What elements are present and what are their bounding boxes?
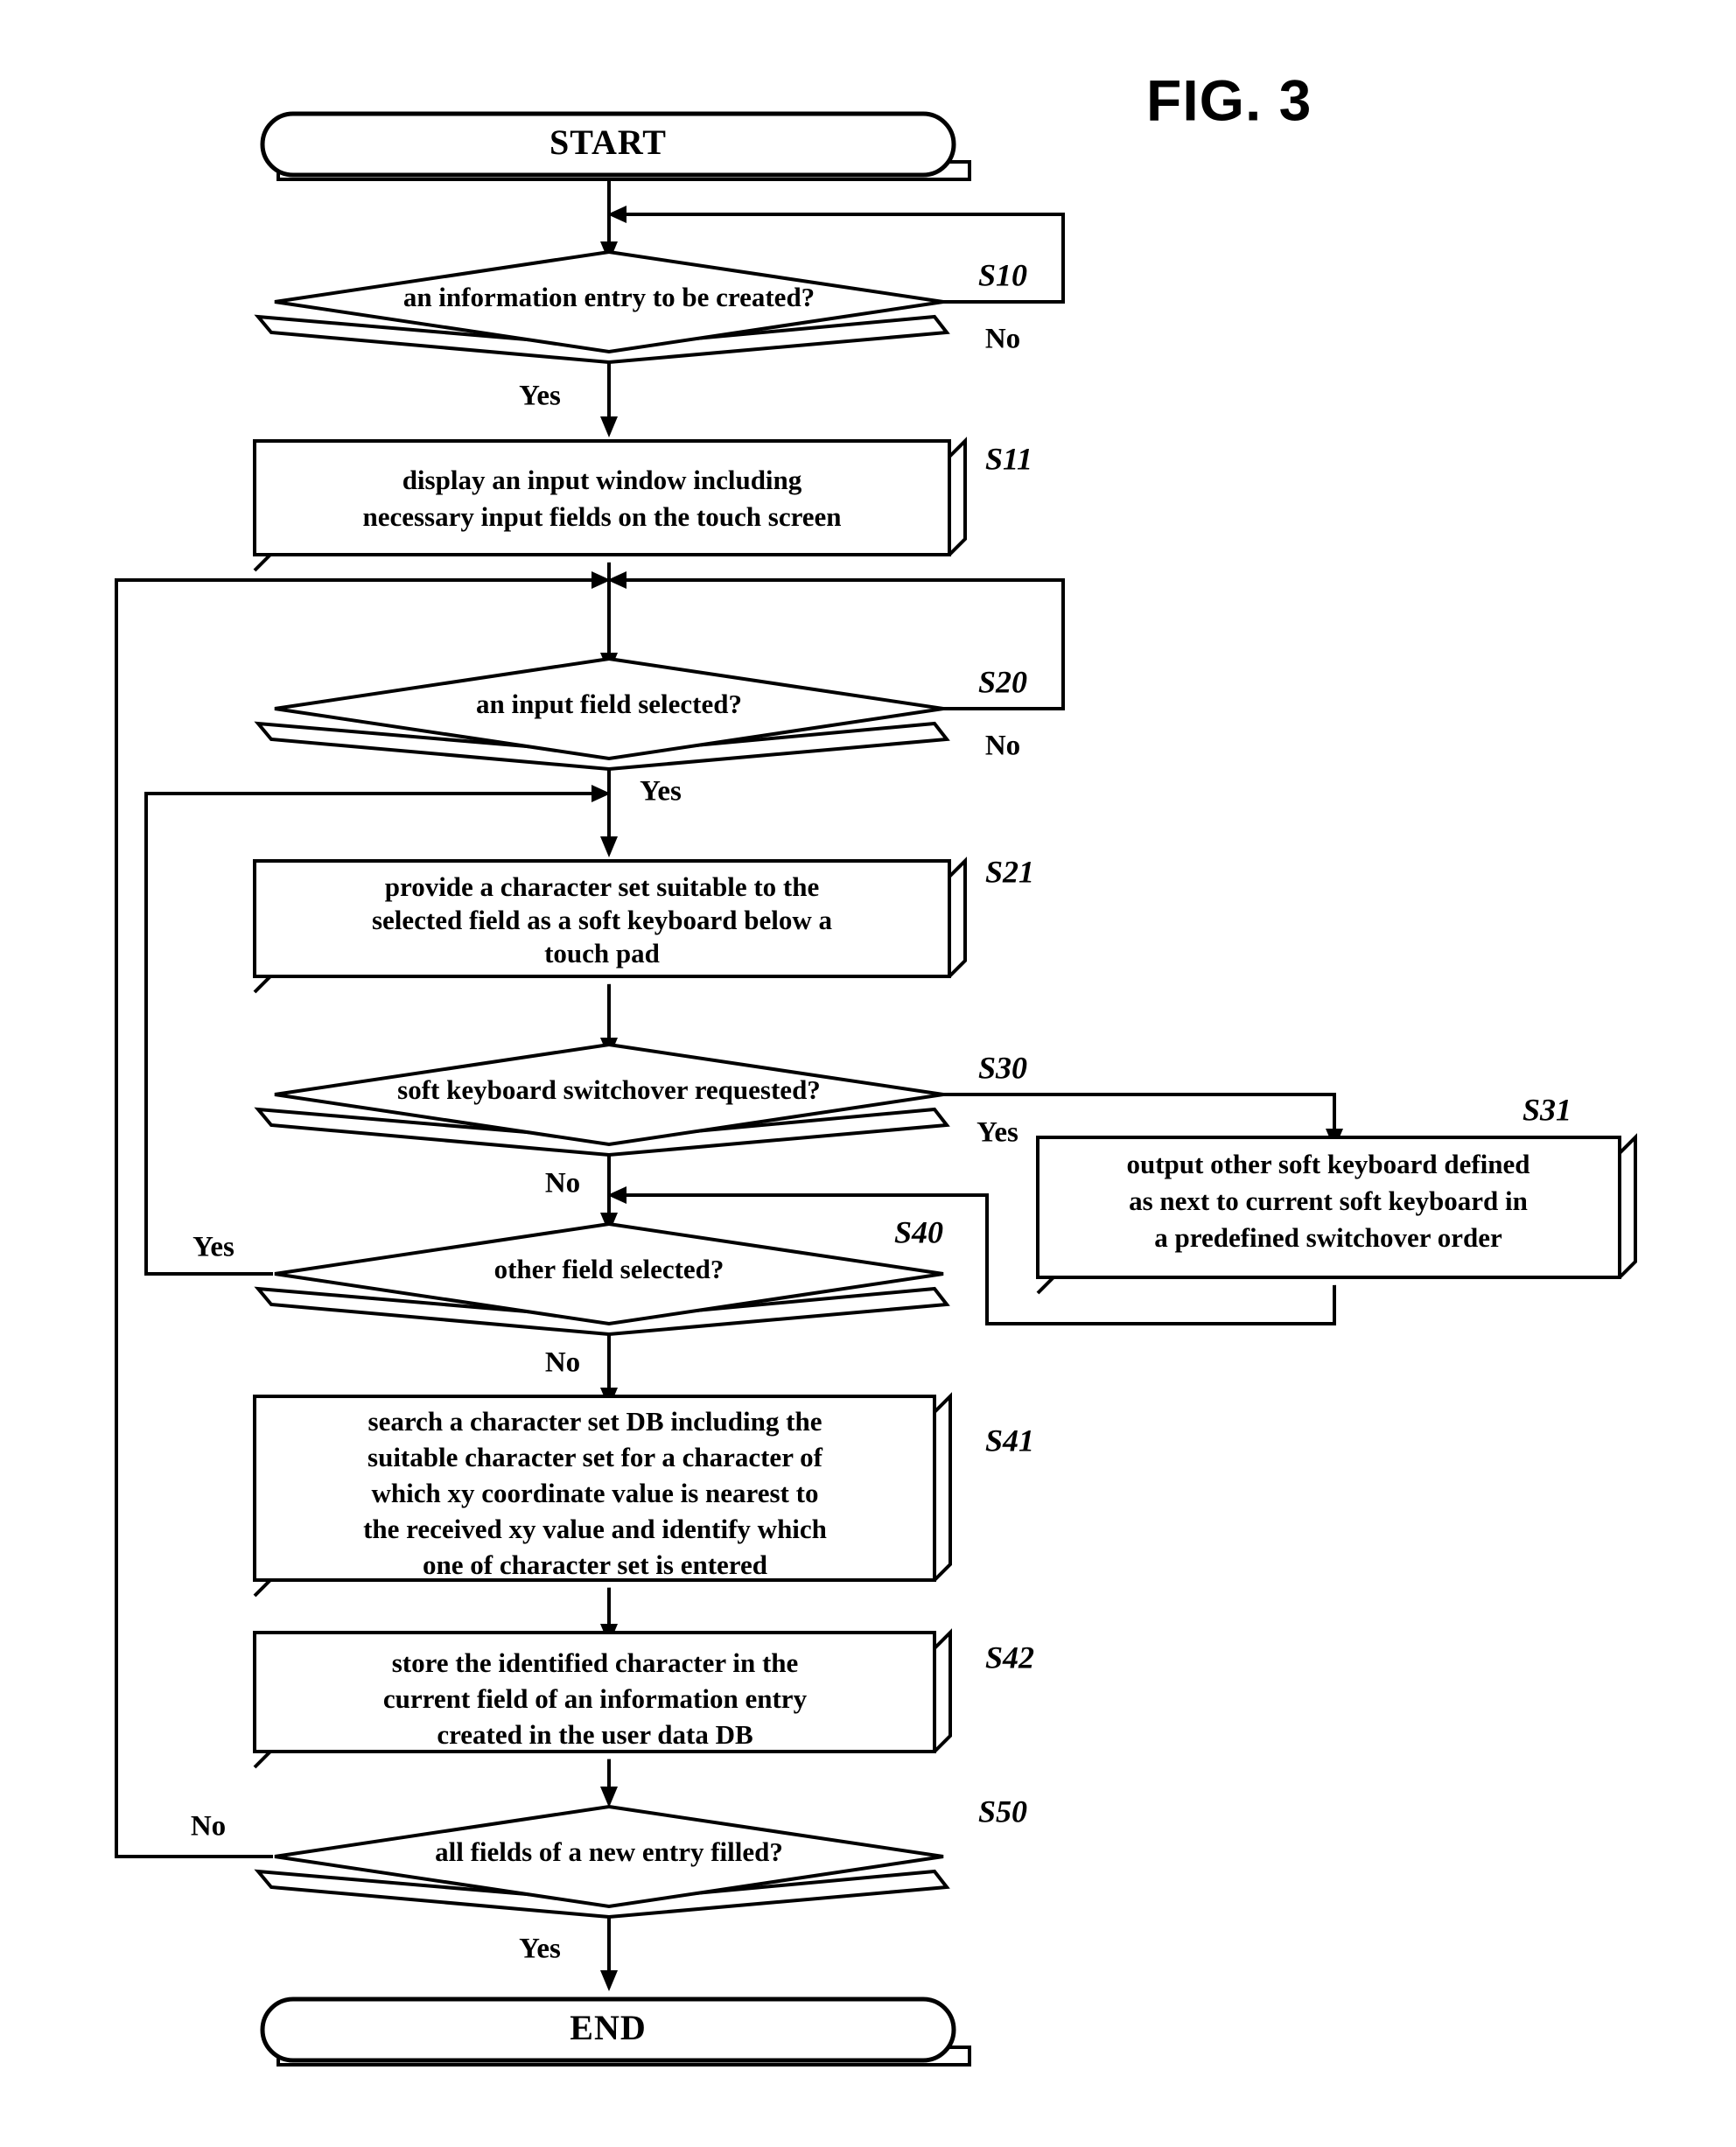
- s40-text: other field selected?: [494, 1254, 724, 1284]
- s42-line-2: current field of an information entry: [383, 1683, 808, 1714]
- arrowhead-s20-yes-to-s21: [600, 836, 618, 857]
- s31-step-label: S31: [1522, 1092, 1572, 1127]
- s11-line-1: display an input window including: [402, 465, 802, 495]
- node-s20[interactable]: an input field selected?: [254, 656, 950, 772]
- s21-line-3: touch pad: [544, 938, 660, 969]
- figure-canvas: FIG. 3 START an information entry to be …: [0, 0, 1736, 2147]
- node-s21[interactable]: provide a character set suitable to the …: [253, 857, 967, 994]
- s40-step-label: S40: [894, 1214, 943, 1249]
- s41-step-label: S41: [985, 1423, 1034, 1458]
- s10-step-label: S10: [978, 257, 1027, 292]
- arrowhead-s10-yes-to-s11: [600, 416, 618, 437]
- start-label: START: [550, 122, 667, 162]
- s20-text: an input field selected?: [476, 689, 742, 719]
- node-start[interactable]: START: [260, 111, 971, 181]
- node-s30[interactable]: soft keyboard switchover requested?: [254, 1042, 950, 1157]
- s30-step-label: S30: [978, 1050, 1027, 1085]
- s41-line-2: suitable character set for a character o…: [368, 1442, 823, 1472]
- s11-box: [253, 439, 951, 556]
- s30-text: soft keyboard switchover requested?: [397, 1074, 821, 1105]
- s41-line-4: the received xy value and identify which: [363, 1514, 827, 1544]
- s41-line-1: search a character set DB including the: [368, 1406, 822, 1437]
- s31-line-2: as next to current soft keyboard in: [1129, 1185, 1528, 1216]
- s21-step-label: S21: [985, 854, 1034, 889]
- s11-line-2: necessary input fields on the touch scre…: [362, 501, 841, 532]
- node-s41[interactable]: search a character set DB including the …: [253, 1392, 952, 1598]
- s42-step-label: S42: [985, 1640, 1034, 1675]
- node-s11[interactable]: display an input window including necess…: [253, 437, 967, 572]
- s40-yes-label: Yes: [192, 1232, 234, 1263]
- s50-step-label: S50: [978, 1794, 1027, 1829]
- node-s50[interactable]: all fields of a new entry filled?: [254, 1804, 950, 1920]
- s21-line-1: provide a character set suitable to the: [385, 871, 820, 902]
- s50-yes-label: Yes: [519, 1934, 561, 1965]
- s11-step-label: S11: [985, 441, 1032, 476]
- s41-line-3: which xy coordinate value is nearest to: [372, 1478, 819, 1508]
- s21-line-2: selected field as a soft keyboard below …: [372, 905, 833, 935]
- end-label: END: [570, 2008, 646, 2047]
- s10-yes-label: Yes: [519, 381, 561, 412]
- s31-line-3: a predefined switchover order: [1154, 1222, 1502, 1253]
- s20-step-label: S20: [978, 664, 1027, 699]
- s30-no-label: No: [545, 1168, 580, 1199]
- s10-text: an information entry to be created?: [403, 282, 815, 312]
- s31-line-1: output other soft keyboard defined: [1126, 1149, 1530, 1179]
- s41-line-5: one of character set is entered: [423, 1549, 767, 1580]
- s10-no-label: No: [985, 324, 1020, 355]
- s50-text: all fields of a new entry filled?: [435, 1836, 783, 1867]
- s40-no-label: No: [545, 1347, 580, 1379]
- s20-no-label: No: [985, 731, 1020, 762]
- s42-line-3: created in the user data DB: [437, 1719, 752, 1750]
- node-s40[interactable]: other field selected?: [254, 1221, 950, 1337]
- figure-title: FIG. 3: [1146, 67, 1312, 132]
- node-s31[interactable]: output other soft keyboard defined as ne…: [1036, 1133, 1637, 1295]
- s20-yes-label: Yes: [640, 776, 682, 808]
- flowchart-diagram: FIG. 3 START an information entry to be …: [115, 67, 1637, 2067]
- arrowhead-s42-to-s50: [600, 1787, 618, 1808]
- arrowhead-s50-yes-to-end: [600, 1970, 618, 1991]
- node-end[interactable]: END: [260, 1997, 971, 2067]
- node-s10[interactable]: an information entry to be created?: [254, 249, 950, 365]
- node-s42[interactable]: store the identified character in the cu…: [253, 1628, 952, 1769]
- s50-no-label: No: [191, 1811, 226, 1843]
- s30-yes-label: Yes: [976, 1117, 1018, 1149]
- s42-line-1: store the identified character in the: [392, 1647, 799, 1678]
